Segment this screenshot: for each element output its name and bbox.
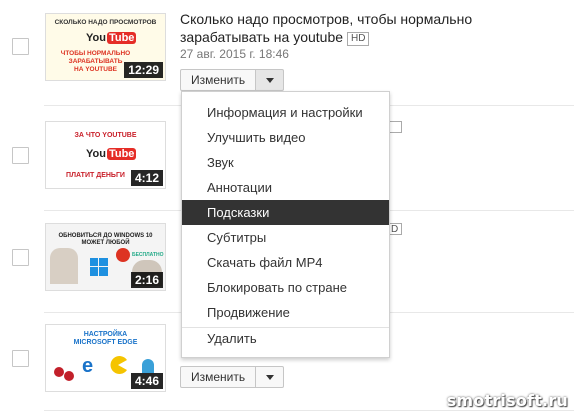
youtube-logo-icon: You Tube: [86, 32, 137, 44]
menu-item-info-settings[interactable]: Информация и настройки: [182, 100, 389, 125]
hd-badge: [390, 121, 402, 133]
menu-item-audio[interactable]: Звук: [182, 150, 389, 175]
thumb-text: MICROSOFT EDGE: [73, 339, 138, 346]
thumb-text: НАСТРОЙКА: [83, 331, 128, 338]
thumbnail-video-4[interactable]: НАСТРОЙКА MICROSOFT EDGE e 4:46: [45, 324, 166, 392]
edit-button[interactable]: Изменить: [180, 366, 257, 388]
edit-button-group-1: Изменить: [180, 69, 285, 91]
thumbnail-video-2[interactable]: ЗА ЧТО YOUTUBE You Tube ПЛАТИТ ДЕНЬГИ 4:1…: [45, 121, 166, 189]
thumb-text: ЗА ЧТО YOUTUBE: [74, 132, 137, 139]
menu-item-cards[interactable]: Подсказки: [182, 200, 389, 225]
edit-dropdown-menu: Информация и настройки Улучшить видео Зв…: [181, 91, 390, 358]
video-duration: 2:16: [130, 272, 163, 288]
video-date: 27 авг. 2015 г. 18:46: [180, 47, 289, 61]
edge-logo-icon: e: [80, 355, 100, 377]
heart-icon: [116, 248, 130, 262]
menu-item-download-mp4[interactable]: Скачать файл MP4: [182, 250, 389, 275]
hd-badge: HD: [347, 32, 370, 46]
svg-text:e: e: [82, 355, 93, 375]
checkbox-video-2[interactable]: [12, 147, 29, 164]
menu-item-annotations[interactable]: Аннотации: [182, 175, 389, 200]
edit-dropdown-toggle[interactable]: [256, 69, 285, 91]
video-duration: 4:12: [130, 170, 163, 186]
thumb-text: ЧТОБЫ НОРМАЛЬНО: [60, 50, 131, 57]
youtube-logo-icon: You Tube: [86, 148, 137, 160]
chevron-down-icon: [265, 77, 274, 83]
row-divider: [44, 410, 574, 411]
ghost-icon: [54, 367, 64, 377]
thumbnail-video-3[interactable]: ОБНОВИТЬСЯ ДО WINDOWS 10 МОЖЕТ ЛЮБОЙ БЕС…: [45, 223, 166, 291]
watermark: smotrisoft.ru: [446, 391, 568, 410]
pacman-icon: [108, 355, 128, 375]
menu-item-block-by-country[interactable]: Блокировать по стране: [182, 275, 389, 300]
hd-badge: D: [390, 223, 402, 235]
edit-button[interactable]: Изменить: [180, 69, 257, 91]
thumbnail-video-1[interactable]: СКОЛЬКО НАДО ПРОСМОТРОВ You Tube ЧТОБЫ НО…: [45, 13, 166, 81]
menu-item-enhance-video[interactable]: Улучшить видео: [182, 125, 389, 150]
edit-button-group-4: Изменить: [180, 366, 285, 388]
menu-item-delete[interactable]: Удалить: [182, 326, 389, 351]
checkbox-video-3[interactable]: [12, 249, 29, 266]
checkbox-video-1[interactable]: [12, 38, 29, 55]
edit-dropdown-toggle[interactable]: [256, 366, 285, 388]
ghost-icon: [142, 359, 154, 373]
chevron-down-icon: [265, 374, 274, 380]
windows-logo-icon: [90, 258, 108, 276]
thumb-text: СКОЛЬКО НАДО ПРОСМОТРОВ: [54, 19, 157, 26]
menu-item-subtitles[interactable]: Субтитры: [182, 225, 389, 250]
video-duration: 12:29: [124, 62, 163, 78]
video-duration: 4:46: [130, 373, 163, 389]
video-title[interactable]: Сколько надо просмотров, чтобы нормально…: [180, 10, 560, 46]
checkbox-video-4[interactable]: [12, 350, 29, 367]
thumb-text: БЕСПЛАТНО: [132, 252, 164, 258]
menu-item-promotion[interactable]: Продвижение: [182, 300, 389, 325]
person-image: [50, 248, 78, 284]
ghost-icon: [64, 371, 74, 381]
thumb-text: МОЖЕТ ЛЮБОЙ: [81, 240, 130, 246]
